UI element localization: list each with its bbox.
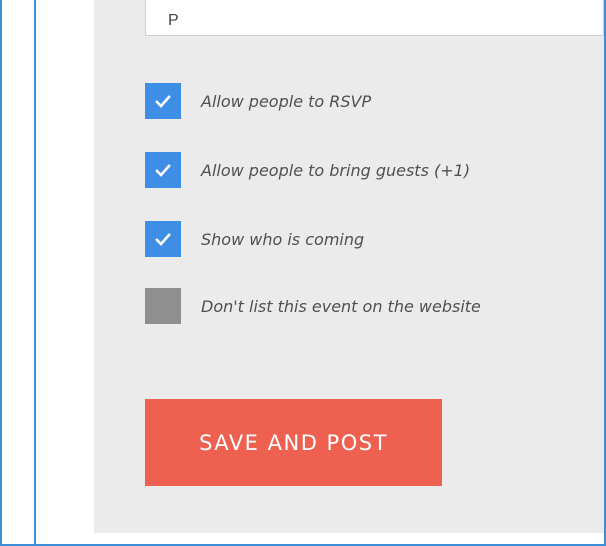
check-icon — [155, 163, 171, 177]
allow-guests-label: Allow people to bring guests (+1) — [201, 160, 471, 180]
option-unlisted-event[interactable]: Don't list this event on the website — [145, 288, 481, 324]
unlisted-event-checkbox[interactable] — [145, 288, 181, 324]
save-and-post-button[interactable]: SAVE AND POST — [145, 399, 442, 486]
unlisted-event-label: Don't list this event on the website — [201, 296, 481, 316]
show-attendees-label: Show who is coming — [201, 229, 365, 249]
option-allow-rsvp[interactable]: Allow people to RSVP — [145, 83, 371, 119]
allow-rsvp-checkbox[interactable] — [145, 83, 181, 119]
event-text-input[interactable] — [145, 0, 604, 36]
left-rail-divider — [34, 0, 36, 546]
check-icon — [155, 94, 171, 108]
show-attendees-checkbox[interactable] — [145, 221, 181, 257]
allow-guests-checkbox[interactable] — [145, 152, 181, 188]
allow-rsvp-label: Allow people to RSVP — [201, 91, 372, 111]
option-allow-guests[interactable]: Allow people to bring guests (+1) — [145, 152, 470, 188]
option-show-attendees[interactable]: Show who is coming — [145, 221, 364, 257]
check-icon — [155, 232, 171, 246]
